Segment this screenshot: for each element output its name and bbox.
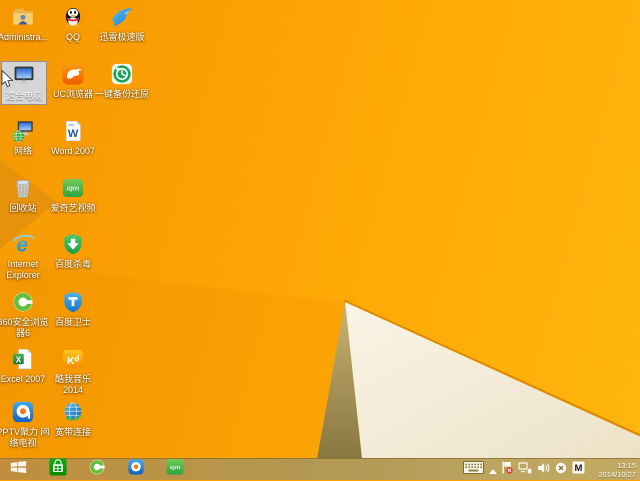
desktop-icon-broadband[interactable]: 宽带连接: [45, 400, 101, 438]
desktop-icon-360-browser[interactable]: 360安全浏览 器6: [0, 290, 51, 338]
desktop-icon-baidu-weishi[interactable]: 百度卫士: [45, 290, 101, 328]
blue-shield-icon: [61, 290, 85, 314]
green-shield-icon: [61, 232, 85, 256]
computer-monitor-icon: [12, 64, 36, 88]
svg-text:M: M: [575, 463, 583, 474]
network-globe-icon: [11, 119, 35, 143]
circle-x-icon: [555, 461, 567, 478]
eject-media-button[interactable]: [555, 461, 567, 479]
desktop-icon-label: QQ: [65, 32, 80, 42]
svg-text:W: W: [68, 128, 79, 140]
desktop-icon-label: 回收站: [9, 203, 37, 213]
xunlei-bird-icon: [110, 5, 134, 29]
action-center-button[interactable]: [502, 461, 513, 479]
desktop-icon-pptv[interactable]: PPTV聚力 网 络电视: [0, 400, 51, 448]
network-tray-button[interactable]: [518, 461, 532, 479]
svg-text:iQIYI: iQIYI: [169, 465, 179, 470]
desktop-icon-label: 网络: [13, 146, 32, 156]
desktop-icon-label: 百度卫士: [54, 317, 91, 327]
keyboard-icon: [463, 460, 484, 478]
desktop-icon-backup-restore[interactable]: 一键备份还原: [94, 62, 150, 100]
kuwo-icon: K: [61, 347, 85, 371]
desktop-icon-label: 爱奇艺视频: [50, 203, 96, 213]
desktop-icon-label: UC浏览器: [53, 89, 93, 99]
touch-keyboard-button[interactable]: [463, 460, 484, 479]
360-ring-icon: [88, 458, 106, 481]
desktop-icon-this-pc[interactable]: 这台电脑: [1, 61, 47, 105]
desktop-icon-label: 一键备份还原: [94, 89, 149, 99]
desktop-icon-label: 迅雷极速版: [99, 32, 145, 42]
desktop-icon-recycle-bin[interactable]: 回收站: [0, 176, 51, 214]
taskbar: iQIYI M 13:15 2014/10/27: [0, 458, 640, 480]
qq-penguin-icon: [61, 5, 85, 29]
chevron-up-icon: [489, 461, 497, 478]
desktop-icon-internet-explorer[interactable]: e Internet Explorer: [0, 232, 51, 280]
user-folder-icon: [11, 5, 35, 29]
broadband-globe-icon: [61, 400, 85, 424]
taskbar-iqiyi-button[interactable]: iQIYI: [165, 458, 184, 481]
start-button[interactable]: [9, 460, 28, 479]
desktop-icon-user-folder[interactable]: Administra...: [0, 5, 51, 43]
360-ring-icon: [11, 290, 35, 314]
clock-time: 13:15: [617, 460, 636, 470]
iqiyi-icon: iQIYI: [165, 458, 184, 481]
desktop-icon-label: Internet Explorer: [6, 259, 40, 280]
speaker-icon: [537, 461, 550, 478]
svg-text:X: X: [16, 355, 22, 364]
excel-icon: X: [11, 347, 35, 371]
desktop-icon-xunlei[interactable]: 迅雷极速版: [94, 5, 150, 43]
taskbar-windows-store-button[interactable]: [48, 458, 67, 481]
word-document-icon: W: [61, 119, 85, 143]
svg-text:K: K: [67, 355, 75, 367]
desktop-icon-excel-2007[interactable]: X Excel 2007: [0, 347, 51, 385]
desktop-icon-label: 百度杀毒: [54, 259, 91, 269]
ime-m-icon: M: [572, 461, 585, 478]
uc-squirrel-icon: [61, 62, 85, 86]
desktop-icon-label: Excel 2007: [0, 374, 46, 384]
desktop-icon-word-2007[interactable]: W Word 2007: [45, 119, 101, 157]
volume-button[interactable]: [537, 461, 550, 479]
desktop-icon-kuwo-music[interactable]: K 酷我音乐 2014: [45, 347, 101, 395]
desktop-icon-label: 酷我音乐 2014: [54, 374, 91, 395]
pptv-icon: [11, 400, 35, 424]
svg-text:iQIYI: iQIYI: [67, 187, 80, 193]
desktop-icon-label: PPTV聚力 网 络电视: [0, 427, 50, 448]
recycle-bin-icon: [11, 176, 35, 200]
windows-store-icon: [48, 458, 67, 481]
flag-alert-icon: [502, 461, 513, 478]
desktop-icon-label: 360安全浏览 器6: [0, 317, 49, 338]
desktop-icon-qq[interactable]: QQ: [45, 5, 101, 43]
taskbar-pptv-button[interactable]: [126, 458, 145, 481]
facet-white-triangle: [345, 302, 640, 459]
desktop-icon-baidu-antivirus[interactable]: 百度杀毒: [45, 232, 101, 270]
desktop-icon-iqiyi[interactable]: iQIYI 爱奇艺视频: [45, 176, 101, 214]
show-hidden-icons-button[interactable]: [489, 461, 497, 479]
restore-clock-icon: [110, 62, 134, 86]
taskbar-360-browser-button[interactable]: [87, 458, 106, 481]
windows-logo-icon: [10, 460, 27, 479]
desktop-icon-label: 宽带连接: [54, 427, 91, 437]
desktop-icon-label: 这台电脑: [5, 91, 42, 101]
desktop-icon-uc-browser[interactable]: UC浏览器: [45, 62, 101, 100]
ime-indicator-button[interactable]: M: [572, 461, 585, 479]
clock-date: 2014/10/27: [598, 469, 636, 479]
ie-icon: e: [11, 232, 35, 256]
network-icon: [518, 461, 532, 478]
desktop-icon-network[interactable]: 网络: [0, 119, 51, 157]
iqiyi-icon: iQIYI: [61, 176, 85, 200]
desktop-icon-label: Administra...: [0, 32, 48, 42]
desktop-icon-label: Word 2007: [51, 146, 95, 156]
pptv-icon: [127, 458, 145, 481]
clock[interactable]: 13:15 2014/10/27: [590, 461, 636, 479]
